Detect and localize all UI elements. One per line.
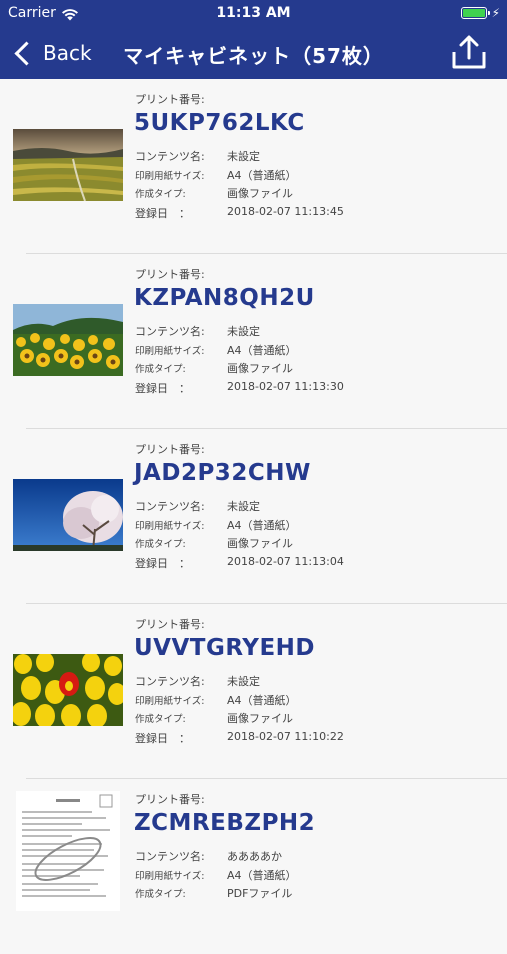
content-name-label: コンテンツ名:	[135, 850, 205, 863]
thumbnail-document	[16, 791, 120, 911]
content-name-value: 未設定	[227, 325, 260, 338]
registered-date-value: 2018-02-07 11:13:30	[227, 380, 344, 393]
print-code: 5UKP762LKC	[134, 110, 305, 136]
status-bar: Carrier 11:13 AM ⚡	[0, 0, 507, 28]
content-name-label: コンテンツ名:	[135, 150, 205, 163]
upload-icon	[452, 35, 486, 69]
clock: 11:13 AM	[216, 5, 291, 21]
registered-date-label: 登録日 ：	[135, 382, 190, 395]
create-type-value: 画像ファイル	[227, 362, 293, 375]
registered-date-value: 2018-02-07 11:13:04	[227, 555, 344, 568]
create-type-label: 作成タイプ:	[135, 714, 186, 725]
print-code: UVVTGRYEHD	[134, 635, 316, 661]
content-name-label: コンテンツ名:	[135, 325, 205, 338]
thumbnail-sunflowers	[13, 304, 123, 376]
thumbnail-tulips	[13, 654, 123, 726]
paper-size-label: 印刷用紙サイズ:	[135, 171, 205, 182]
list-item[interactable]: プリント番号: UVVTGRYEHD コンテンツ名: 未設定 印刷用紙サイズ: …	[0, 604, 507, 779]
charging-icon: ⚡	[491, 6, 500, 20]
registered-date-label: 登録日 ：	[135, 732, 190, 745]
print-number-label: プリント番号:	[135, 793, 205, 806]
print-number-label: プリント番号:	[135, 268, 205, 281]
print-code: JAD2P32CHW	[134, 460, 311, 486]
cabinet-list: プリント番号: 5UKP762LKC コンテンツ名: 未設定 印刷用紙サイズ: …	[0, 79, 507, 954]
registered-date-label: 登録日 ：	[135, 207, 190, 220]
registered-date-value: 2018-02-07 11:13:45	[227, 205, 344, 218]
thumbnail-rice-terraces	[13, 129, 123, 201]
content-name-value: 未設定	[227, 675, 260, 688]
paper-size-value: A4（普通紙）	[227, 869, 297, 882]
print-number-label: プリント番号:	[135, 443, 205, 456]
content-name-value: ああああか	[227, 850, 282, 863]
create-type-value: 画像ファイル	[227, 187, 293, 200]
content-name-label: コンテンツ名:	[135, 500, 205, 513]
print-number-label: プリント番号:	[135, 93, 205, 106]
create-type-label: 作成タイプ:	[135, 889, 186, 900]
list-item[interactable]: プリント番号: ZCMREBZPH2 コンテンツ名: ああああか 印刷用紙サイズ…	[0, 779, 507, 954]
nav-bar: Back マイキャビネット（57枚）	[0, 28, 507, 79]
registered-date-label: 登録日 ：	[135, 557, 190, 570]
paper-size-label: 印刷用紙サイズ:	[135, 346, 205, 357]
list-item[interactable]: プリント番号: KZPAN8QH2U コンテンツ名: 未設定 印刷用紙サイズ: …	[0, 254, 507, 429]
app-header: Carrier 11:13 AM ⚡ Back マイキャビネット（57枚）	[0, 0, 507, 79]
create-type-value: 画像ファイル	[227, 712, 293, 725]
create-type-label: 作成タイプ:	[135, 189, 186, 200]
upload-button[interactable]	[449, 34, 489, 72]
registered-date-value: 2018-02-07 11:10:22	[227, 730, 344, 743]
create-type-label: 作成タイプ:	[135, 364, 186, 375]
print-number-label: プリント番号:	[135, 618, 205, 631]
print-code: KZPAN8QH2U	[134, 285, 315, 311]
create-type-value: PDFファイル	[227, 887, 293, 900]
paper-size-value: A4（普通紙）	[227, 519, 297, 532]
battery-icon	[461, 7, 490, 19]
paper-size-value: A4（普通紙）	[227, 169, 297, 182]
paper-size-label: 印刷用紙サイズ:	[135, 871, 205, 882]
list-item[interactable]: プリント番号: 5UKP762LKC コンテンツ名: 未設定 印刷用紙サイズ: …	[0, 79, 507, 254]
content-name-label: コンテンツ名:	[135, 675, 205, 688]
content-name-value: 未設定	[227, 500, 260, 513]
print-code: ZCMREBZPH2	[134, 810, 316, 836]
paper-size-label: 印刷用紙サイズ:	[135, 521, 205, 532]
page-title: マイキャビネット（57枚）	[123, 44, 384, 68]
paper-size-label: 印刷用紙サイズ:	[135, 696, 205, 707]
thumbnail-cherry-blossom	[13, 479, 123, 551]
content-name-value: 未設定	[227, 150, 260, 163]
paper-size-value: A4（普通紙）	[227, 694, 297, 707]
list-item[interactable]: プリント番号: JAD2P32CHW コンテンツ名: 未設定 印刷用紙サイズ: …	[0, 429, 507, 604]
paper-size-value: A4（普通紙）	[227, 344, 297, 357]
create-type-value: 画像ファイル	[227, 537, 293, 550]
create-type-label: 作成タイプ:	[135, 539, 186, 550]
